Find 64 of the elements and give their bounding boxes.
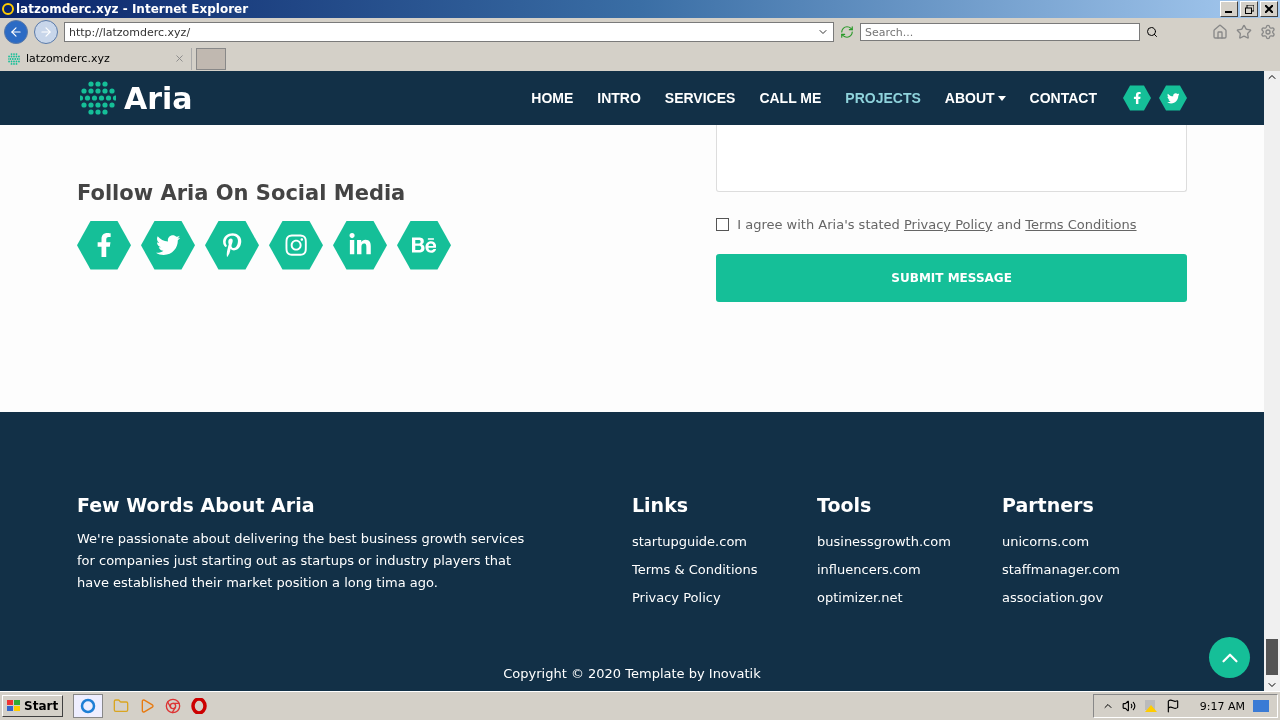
footer-link[interactable]: Terms & Conditions bbox=[632, 556, 817, 585]
clock[interactable]: 9:17 AM bbox=[1199, 699, 1245, 713]
minimize-button[interactable] bbox=[1220, 1, 1238, 17]
footer-heading: Tools bbox=[817, 494, 873, 517]
footer-link[interactable]: businessgrowth.com bbox=[817, 528, 1002, 557]
scroll-thumb[interactable] bbox=[1266, 639, 1278, 675]
scrollbar[interactable] bbox=[1264, 71, 1280, 691]
nav-link[interactable]: HOME bbox=[531, 90, 574, 106]
agree-text: I agree with Aria's stated Privacy Policy and Terms Conditions bbox=[737, 217, 1137, 232]
search-icon[interactable] bbox=[1146, 26, 1158, 38]
footer-link[interactable]: unicorns.com bbox=[1002, 528, 1187, 557]
message-field[interactable] bbox=[716, 125, 1187, 192]
windows-logo-icon bbox=[7, 700, 21, 712]
footer-link[interactable]: staffmanager.com bbox=[1002, 556, 1187, 585]
close-button[interactable] bbox=[1260, 1, 1278, 17]
opera-icon[interactable] bbox=[191, 698, 208, 714]
privacy-link[interactable]: Privacy Policy bbox=[903, 217, 993, 232]
media-player-icon[interactable] bbox=[139, 698, 156, 714]
footer-text: We're passionate about delivering the best business growth services for companies just starting out as startups or industry players that have established their market position a long tima ago. bbox=[77, 530, 526, 593]
new-tab-button[interactable] bbox=[196, 47, 226, 70]
speaker-icon[interactable] bbox=[1121, 699, 1136, 713]
chrome-icon[interactable] bbox=[165, 698, 182, 714]
arrow-left-icon bbox=[9, 25, 23, 39]
twitter-icon[interactable] bbox=[1159, 85, 1187, 111]
restore-button[interactable] bbox=[1240, 1, 1258, 17]
footer-link[interactable]: optimizer.net bbox=[817, 584, 1002, 613]
footer-link[interactable]: influencers.com bbox=[817, 556, 1002, 585]
browser-taskbar-icon[interactable] bbox=[73, 694, 104, 718]
section-heading: Follow Aria On Social Media bbox=[77, 181, 407, 205]
close-tab-icon[interactable] bbox=[174, 53, 185, 64]
footer-heading: Partners bbox=[1002, 494, 1095, 517]
footer-link[interactable]: startupguide.com bbox=[632, 528, 817, 557]
nav-link[interactable]: ABOUT bbox=[944, 90, 1006, 106]
terms-link[interactable]: Terms Conditions bbox=[1025, 217, 1137, 232]
search-field[interactable]: Search... bbox=[860, 23, 1140, 41]
footer-link[interactable]: Privacy Policy bbox=[632, 584, 817, 613]
browser-logo-icon bbox=[2, 2, 14, 16]
footer-heading: Links bbox=[632, 494, 690, 517]
footer-heading: Few Words About Aria bbox=[77, 494, 316, 517]
arrow-right-icon bbox=[39, 25, 53, 39]
footer-link[interactable]: association.gov bbox=[1002, 584, 1187, 613]
close-icon bbox=[1265, 5, 1273, 13]
copyright-text: Copyright © 2020 Template by Inovatik bbox=[502, 666, 762, 681]
refresh-icon[interactable] bbox=[840, 25, 854, 39]
restore-icon bbox=[1244, 4, 1254, 14]
nav-link[interactable]: CONTACT bbox=[1029, 90, 1097, 106]
forward-button[interactable] bbox=[34, 20, 58, 44]
agree-checkbox[interactable] bbox=[716, 218, 730, 231]
address-field[interactable]: http://latzomderc.xyz/ bbox=[64, 22, 834, 42]
logo-text: Aria bbox=[124, 80, 194, 116]
site-icon bbox=[8, 52, 20, 65]
favorites-icon[interactable] bbox=[1236, 24, 1252, 40]
home-icon[interactable] bbox=[1212, 24, 1228, 40]
nav-link[interactable]: INTRO bbox=[597, 90, 641, 106]
back-button[interactable] bbox=[4, 20, 28, 44]
nav-link[interactable]: PROJECTS bbox=[845, 90, 921, 106]
nav-link[interactable]: CALL ME bbox=[759, 90, 822, 106]
window-title: latzomderc.xyz - Internet Explorer bbox=[16, 2, 250, 16]
settings-icon[interactable] bbox=[1260, 24, 1276, 40]
nav-link[interactable]: SERVICES bbox=[664, 90, 736, 106]
logo-icon bbox=[80, 81, 116, 115]
facebook-icon[interactable] bbox=[1123, 85, 1151, 111]
start-button[interactable]: Start bbox=[2, 695, 64, 717]
flag-icon[interactable] bbox=[1165, 699, 1180, 713]
